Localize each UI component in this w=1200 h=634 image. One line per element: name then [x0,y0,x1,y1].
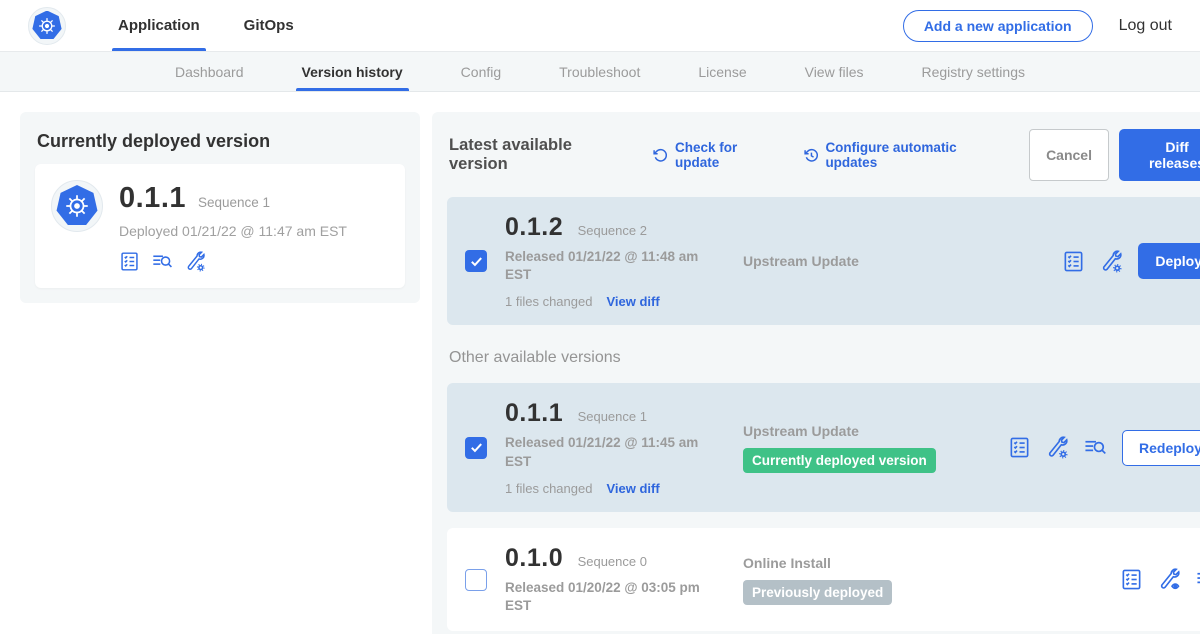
view-config-icon[interactable] [1158,568,1181,591]
schedule-update-icon [803,147,820,164]
deployed-version-sequence: Sequence 1 [198,195,270,210]
released-timestamp: Released 01/21/22 @ 11:48 am EST [505,248,710,284]
kubernetes-logo-icon [51,180,103,232]
subnav-item-config[interactable]: Config [445,52,517,91]
subnav-label: View files [805,64,864,80]
check-for-update-label: Check for update [675,140,785,170]
diff-releases-button[interactable]: Diff releases [1119,129,1200,181]
app-subnav: Dashboard Version history Config Trouble… [0,52,1200,92]
version-number: 0.1.0 [505,544,563,572]
version-checkbox[interactable] [465,437,487,459]
tab-gitops[interactable]: GitOps [222,0,316,51]
subnav-item-view-files[interactable]: View files [789,52,880,91]
add-new-application-button[interactable]: Add a new application [903,10,1093,42]
preflight-checks-icon[interactable] [1008,436,1031,459]
currently-deployed-panel: Currently deployed version 0.1.1 Sequenc [20,112,420,303]
deployed-version-card: 0.1.1 Sequence 1 Deployed 01/21/22 @ 11:… [35,164,405,288]
tab-application-label: Application [118,17,200,34]
subnav-label: Dashboard [175,64,244,80]
edit-config-icon[interactable] [1046,436,1069,459]
deployed-version-number: 0.1.1 [119,182,186,215]
version-source-label: Online Install [743,555,1008,571]
subnav-item-registry-settings[interactable]: Registry settings [906,52,1041,91]
view-diff-link[interactable]: View diff [606,294,659,309]
version-source-label: Upstream Update [743,253,1008,269]
version-number: 0.1.2 [505,213,563,241]
configure-automatic-updates-link[interactable]: Configure automatic updates [803,140,1012,170]
top-nav: Application GitOps Add a new application… [0,0,1200,52]
files-changed-label: 1 files changed [505,294,592,309]
previously-deployed-badge: Previously deployed [743,580,892,605]
deploy-logs-icon[interactable] [1196,568,1200,591]
version-number: 0.1.1 [505,399,563,427]
version-checkbox[interactable] [465,250,487,272]
cancel-button[interactable]: Cancel [1029,129,1109,181]
version-sequence: Sequence 2 [578,223,647,238]
edit-config-icon[interactable] [1100,250,1123,273]
app-logo[interactable] [28,0,66,51]
version-sequence: Sequence 0 [578,554,647,569]
version-row-0-1-2: 0.1.2 Sequence 2 Released 01/21/22 @ 11:… [447,197,1200,325]
deploy-logs-icon[interactable] [1084,436,1107,459]
edit-config-icon[interactable] [185,251,206,272]
subnav-label: Registry settings [922,64,1025,80]
topnav-tabs: Application GitOps [96,0,316,51]
released-timestamp: Released 01/20/22 @ 03:05 pm EST [505,579,710,615]
preflight-checks-icon[interactable] [119,251,140,272]
preflight-checks-icon[interactable] [1062,250,1085,273]
redeploy-button[interactable]: Redeploy [1122,430,1200,466]
currently-deployed-badge: Currently deployed version [743,448,936,473]
currently-deployed-title: Currently deployed version [35,127,405,164]
version-history-panel: Latest available version Check for updat… [432,112,1200,634]
subnav-item-version-history[interactable]: Version history [286,52,419,91]
tab-application[interactable]: Application [96,0,222,51]
files-changed-label: 1 files changed [505,481,592,496]
version-row-0-1-1: 0.1.1 Sequence 1 Released 01/21/22 @ 11:… [447,383,1200,511]
preflight-checks-icon[interactable] [1120,568,1143,591]
deploy-logs-icon[interactable] [152,251,173,272]
configure-automatic-updates-label: Configure automatic updates [825,140,1011,170]
subnav-item-dashboard[interactable]: Dashboard [159,52,260,91]
deploy-button[interactable]: Deploy [1138,243,1200,279]
subnav-label: Version history [302,64,403,80]
subnav-label: Troubleshoot [559,64,640,80]
subnav-item-license[interactable]: License [682,52,762,91]
latest-available-title: Latest available version [449,136,634,174]
version-source-label: Upstream Update [743,423,1008,439]
logout-link[interactable]: Log out [1119,17,1172,35]
tab-gitops-label: GitOps [244,17,294,34]
released-timestamp: Released 01/21/22 @ 11:45 am EST [505,434,710,470]
view-diff-link[interactable]: View diff [606,481,659,496]
refresh-icon [652,147,669,164]
kubernetes-logo-icon [28,7,66,45]
subnav-item-troubleshoot[interactable]: Troubleshoot [543,52,656,91]
other-versions-title: Other available versions [449,349,1200,367]
version-sequence: Sequence 1 [578,409,647,424]
version-row-0-1-0: 0.1.0 Sequence 0 Released 01/20/22 @ 03:… [447,528,1200,631]
check-for-update-link[interactable]: Check for update [652,140,784,170]
deployed-timestamp: Deployed 01/21/22 @ 11:47 am EST [119,223,347,239]
version-checkbox[interactable] [465,569,487,591]
subnav-label: License [698,64,746,80]
subnav-label: Config [461,64,501,80]
